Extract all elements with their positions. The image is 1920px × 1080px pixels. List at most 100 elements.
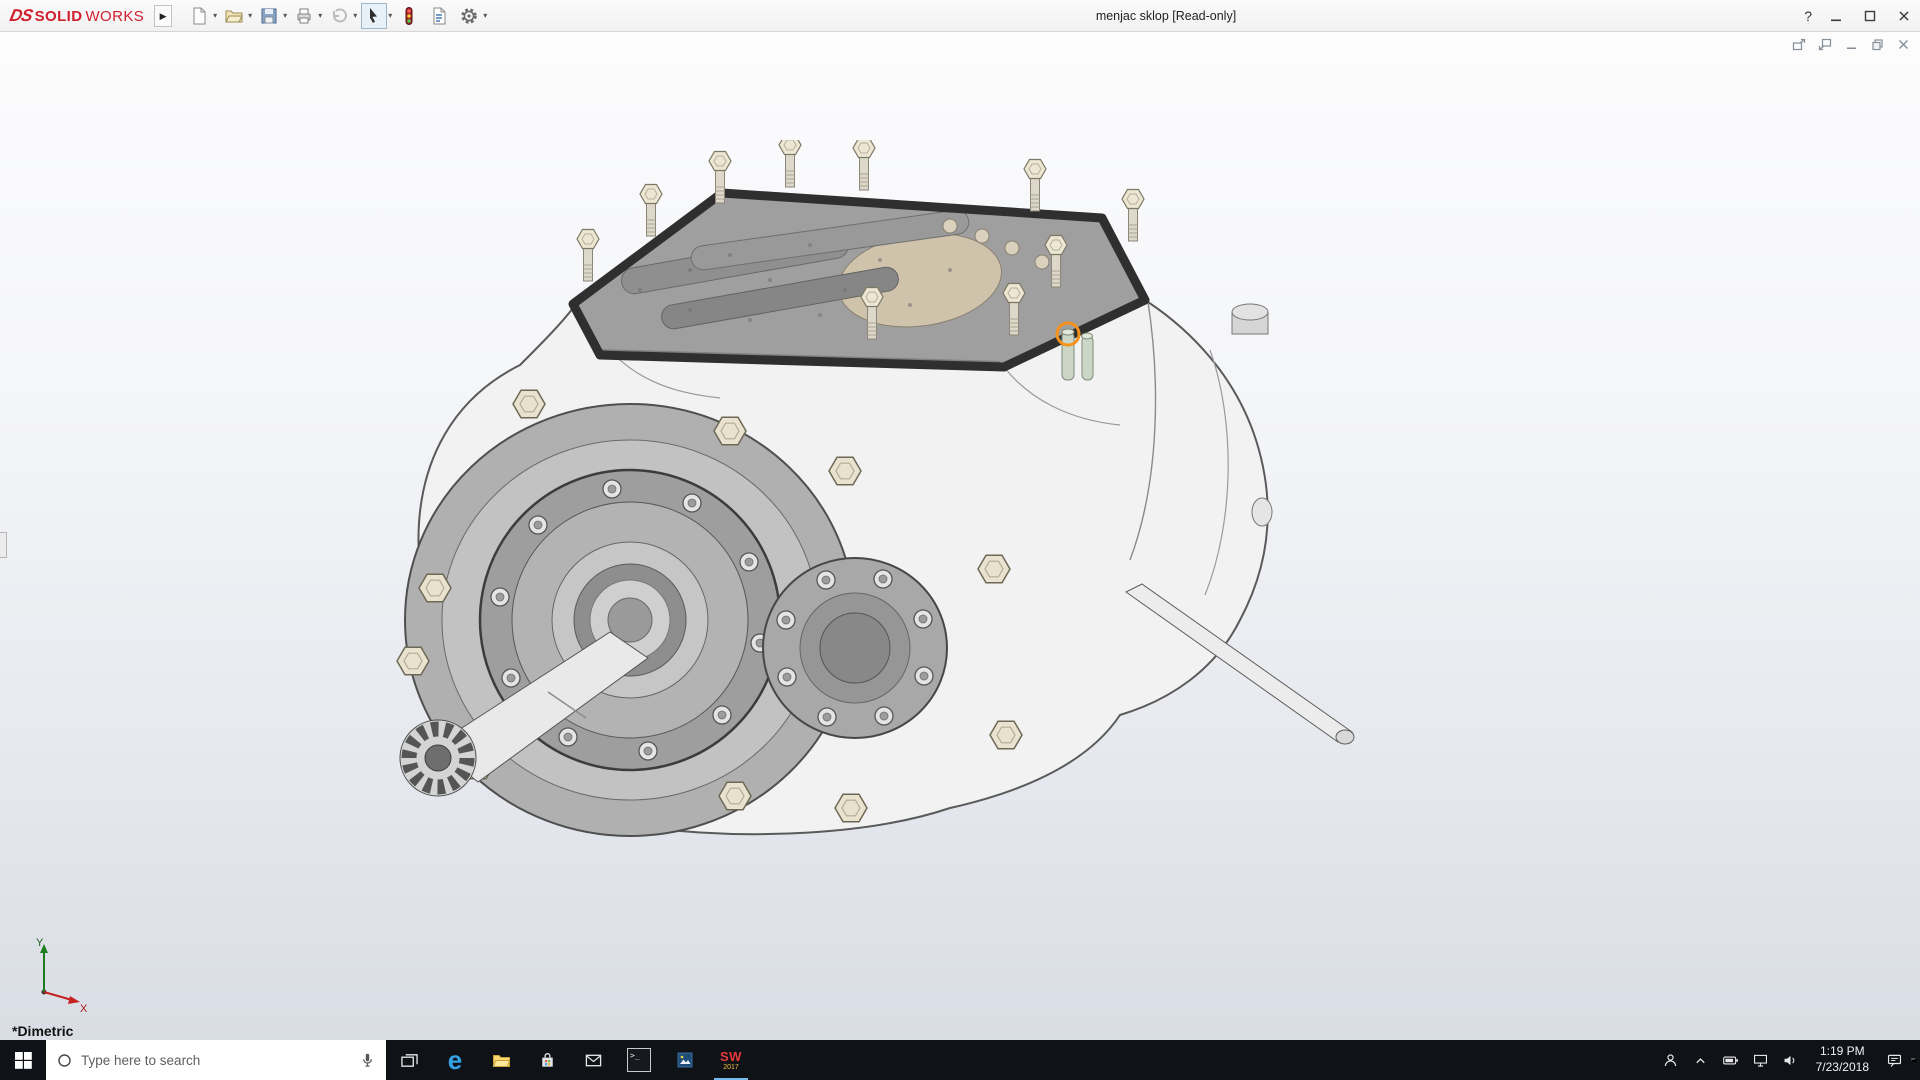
taskbar: e >_ SW 2017 bbox=[0, 1040, 1920, 1080]
solidworks-taskbar-button[interactable]: SW 2017 bbox=[708, 1040, 754, 1080]
rebuild-button[interactable] bbox=[396, 3, 422, 29]
action-center-icon bbox=[1886, 1052, 1903, 1069]
solidworks-logo: DS SOLIDWORKS bbox=[10, 6, 144, 26]
ds-logo-mark: DS bbox=[8, 6, 34, 26]
menu-expand-button[interactable]: ▶ bbox=[154, 5, 172, 27]
logo-text-solid: SOLID bbox=[35, 8, 83, 25]
battery-button[interactable] bbox=[1718, 1040, 1744, 1080]
help-button[interactable]: ? bbox=[1804, 8, 1812, 24]
search-input[interactable] bbox=[81, 1053, 351, 1068]
microphone-icon[interactable] bbox=[359, 1052, 376, 1069]
store-icon bbox=[538, 1051, 557, 1070]
feature-manager-collapsed-tab[interactable] bbox=[0, 532, 7, 558]
triad-x-label: X bbox=[80, 1003, 88, 1014]
open-button[interactable] bbox=[221, 3, 247, 29]
secondary-cover[interactable] bbox=[763, 558, 947, 738]
store-button[interactable] bbox=[524, 1040, 570, 1080]
select-caret[interactable]: ▾ bbox=[388, 11, 392, 20]
reference-triad: Y X bbox=[14, 934, 94, 1014]
task-view-button[interactable] bbox=[386, 1040, 432, 1080]
quick-access-toolbar: ▾ ▾ ▾ ▾ ▾ bbox=[186, 3, 490, 29]
show-desktop-button[interactable] bbox=[1911, 1058, 1916, 1062]
photos-icon bbox=[675, 1050, 695, 1070]
doc-close-icon bbox=[1897, 38, 1910, 51]
rebuild-icon bbox=[399, 6, 419, 26]
doc-restore-button[interactable] bbox=[1868, 36, 1886, 52]
edge-button[interactable]: e bbox=[432, 1040, 478, 1080]
network-button[interactable] bbox=[1748, 1040, 1774, 1080]
clock-time: 1:19 PM bbox=[1816, 1044, 1869, 1060]
maximize-icon bbox=[1863, 9, 1877, 23]
close-icon bbox=[1897, 9, 1911, 23]
select-arrow-icon bbox=[364, 6, 384, 26]
task-view-icon bbox=[400, 1052, 419, 1069]
options-gear-icon bbox=[459, 6, 479, 26]
command-prompt-icon: >_ bbox=[627, 1048, 651, 1072]
people-button[interactable] bbox=[1658, 1040, 1684, 1080]
doc-window-icon-a bbox=[1792, 38, 1806, 51]
print-icon bbox=[294, 6, 314, 26]
mail-button[interactable] bbox=[570, 1040, 616, 1080]
search-ring-icon bbox=[56, 1052, 73, 1069]
new-document-icon bbox=[189, 6, 209, 26]
file-properties-button[interactable] bbox=[426, 3, 452, 29]
doc-minimize-icon bbox=[1845, 38, 1858, 51]
action-center-button[interactable] bbox=[1881, 1040, 1907, 1080]
doc-window-icon-b bbox=[1818, 38, 1832, 51]
logo-text-works: WORKS bbox=[85, 8, 144, 25]
clock-date: 7/23/2018 bbox=[1816, 1060, 1869, 1076]
triad-y-label: Y bbox=[36, 937, 44, 949]
battery-icon bbox=[1722, 1052, 1739, 1069]
undo-caret[interactable]: ▾ bbox=[353, 11, 357, 20]
hidden-icons-button[interactable] bbox=[1688, 1040, 1714, 1080]
minimize-icon bbox=[1829, 9, 1843, 23]
open-icon bbox=[224, 6, 244, 26]
select-button[interactable] bbox=[361, 3, 387, 29]
options-button[interactable] bbox=[456, 3, 482, 29]
print-caret[interactable]: ▾ bbox=[318, 11, 322, 20]
view-orientation-label: *Dimetric bbox=[12, 1023, 73, 1039]
hidden-icons-chevron-icon bbox=[1693, 1053, 1708, 1068]
taskbar-clock[interactable]: 1:19 PM 7/23/2018 bbox=[1808, 1044, 1877, 1075]
minimize-button[interactable] bbox=[1826, 6, 1846, 26]
volume-button[interactable] bbox=[1778, 1040, 1804, 1080]
doc-close-button[interactable] bbox=[1894, 36, 1912, 52]
doc-window-button-a[interactable] bbox=[1790, 36, 1808, 52]
undo-button[interactable] bbox=[326, 3, 352, 29]
save-button[interactable] bbox=[256, 3, 282, 29]
file-explorer-icon bbox=[491, 1051, 512, 1069]
volume-icon bbox=[1782, 1052, 1799, 1069]
options-caret[interactable]: ▾ bbox=[483, 11, 487, 20]
graphics-viewport[interactable]: Y X *Dimetric bbox=[0, 32, 1920, 1040]
open-caret[interactable]: ▾ bbox=[248, 11, 252, 20]
taskbar-search[interactable] bbox=[46, 1040, 386, 1080]
doc-restore-icon bbox=[1871, 38, 1884, 51]
new-document-caret[interactable]: ▾ bbox=[213, 11, 217, 20]
document-title: menjac sklop [Read-only] bbox=[1096, 9, 1236, 23]
solidworks-2017-icon: SW 2017 bbox=[720, 1050, 742, 1071]
start-icon bbox=[15, 1052, 32, 1069]
document-window-controls bbox=[1790, 36, 1912, 52]
command-prompt-button[interactable]: >_ bbox=[616, 1040, 662, 1080]
file-explorer-button[interactable] bbox=[478, 1040, 524, 1080]
save-caret[interactable]: ▾ bbox=[283, 11, 287, 20]
titlebar: DS SOLIDWORKS ▶ ▾ ▾ ▾ bbox=[0, 0, 1920, 32]
edge-icon: e bbox=[448, 1047, 462, 1073]
undo-icon bbox=[329, 6, 349, 26]
network-icon bbox=[1752, 1052, 1769, 1069]
file-properties-icon bbox=[429, 6, 449, 26]
system-tray: 1:19 PM 7/23/2018 bbox=[1658, 1040, 1920, 1080]
maximize-button[interactable] bbox=[1860, 6, 1880, 26]
print-button[interactable] bbox=[291, 3, 317, 29]
close-button[interactable] bbox=[1894, 6, 1914, 26]
start-button[interactable] bbox=[0, 1040, 46, 1080]
new-document-button[interactable] bbox=[186, 3, 212, 29]
doc-minimize-button[interactable] bbox=[1842, 36, 1860, 52]
save-icon bbox=[259, 6, 279, 26]
gearbox-model[interactable] bbox=[390, 140, 1360, 840]
people-icon bbox=[1662, 1052, 1679, 1069]
solidworks-window: DS SOLIDWORKS ▶ ▾ ▾ ▾ bbox=[0, 0, 1920, 1080]
photos-button[interactable] bbox=[662, 1040, 708, 1080]
doc-window-button-b[interactable] bbox=[1816, 36, 1834, 52]
mail-icon bbox=[584, 1052, 603, 1069]
